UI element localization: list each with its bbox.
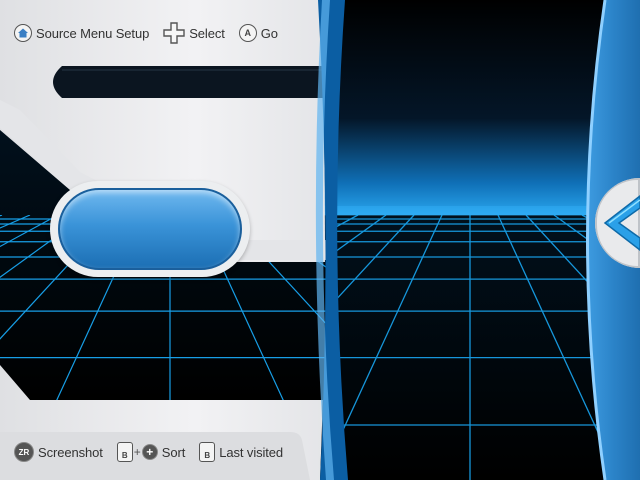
previous-arrow-button[interactable] [595, 178, 640, 268]
channel-screen: Source Menu Setup Select A Go ZR Screens… [0, 0, 640, 480]
source-menu-setup-label: Source Menu Setup [36, 25, 150, 41]
select-label: Select [189, 25, 225, 41]
top-hint-bar: Source Menu Setup Select A Go [14, 21, 292, 45]
go-hint[interactable]: A Go [238, 24, 278, 42]
select-hint[interactable]: Select [163, 22, 225, 44]
b-button-icon: B [116, 442, 133, 462]
plus-button-icon: + [141, 444, 158, 460]
arrow-left-icon [603, 195, 640, 251]
zr-button-icon: ZR [14, 442, 34, 462]
last-visited-label: Last visited [219, 444, 284, 460]
dpad-icon [163, 22, 185, 44]
go-label: Go [260, 25, 278, 41]
bottom-hint-bar: ZR Screenshot B + + Sort B Last visited [14, 440, 297, 464]
source-menu-setup-hint[interactable]: Source Menu Setup [14, 24, 149, 42]
screenshot-label: Screenshot [38, 444, 103, 460]
home-icon [14, 24, 32, 42]
sort-hint[interactable]: B + + Sort [116, 442, 186, 462]
sort-label: Sort [161, 444, 186, 460]
screenshot-hint[interactable]: ZR Screenshot [14, 442, 103, 462]
a-button-icon: A [238, 24, 257, 42]
last-visited-hint[interactable]: B Last visited [199, 442, 283, 462]
channel-select-button[interactable] [50, 181, 250, 277]
b-button-icon: B [199, 442, 216, 462]
